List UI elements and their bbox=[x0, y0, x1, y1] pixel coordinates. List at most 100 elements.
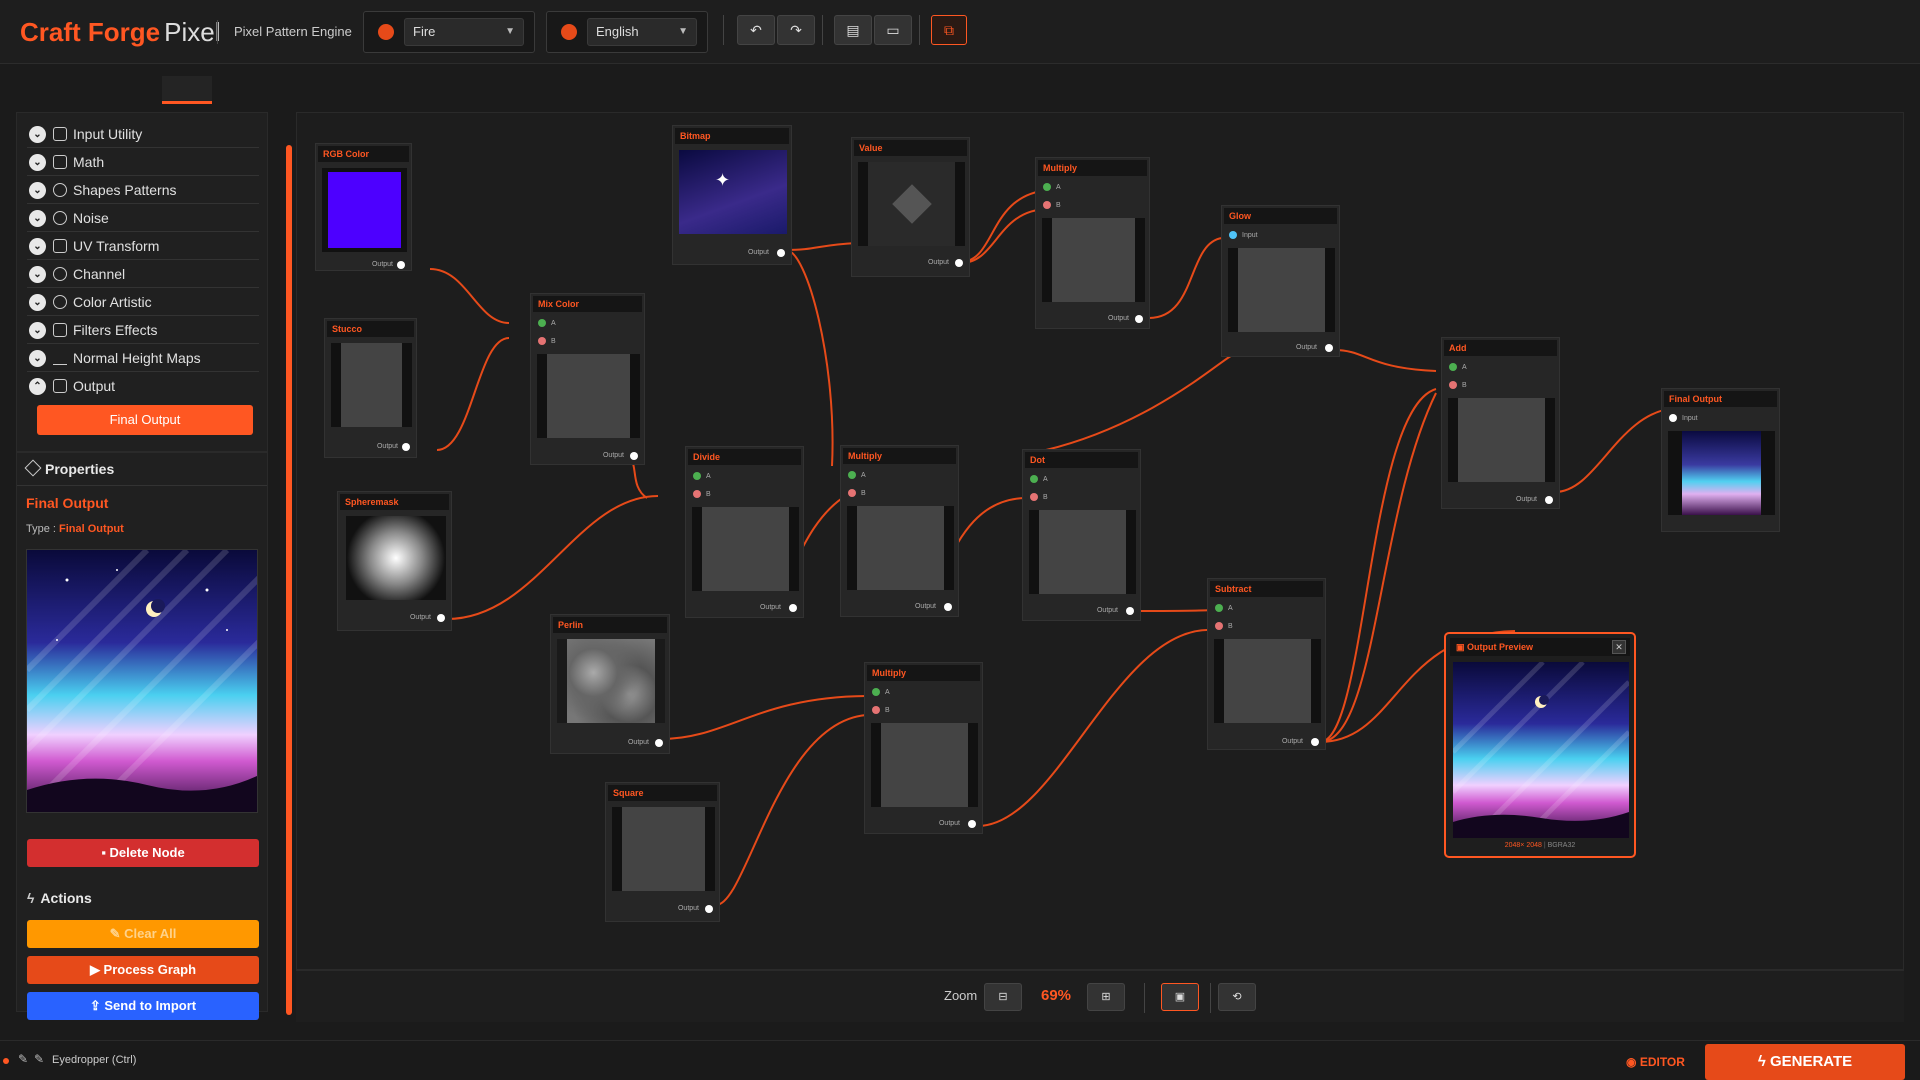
output-port[interactable] bbox=[1126, 607, 1134, 615]
node-title: Multiply bbox=[843, 448, 956, 464]
output-port[interactable] bbox=[777, 249, 785, 257]
palette-icon: ◉ bbox=[1626, 1055, 1640, 1069]
output-port[interactable] bbox=[1311, 738, 1319, 746]
node-canvas[interactable]: RGB Color Output Stucco Output Spheremas… bbox=[296, 112, 1904, 970]
input-port-a[interactable] bbox=[1030, 475, 1038, 483]
node-preview bbox=[322, 168, 407, 252]
input-port-b[interactable] bbox=[538, 337, 546, 345]
output-port[interactable] bbox=[655, 739, 663, 747]
clear-all-button[interactable]: ✎ Clear All bbox=[27, 920, 259, 948]
node-subtract[interactable]: Subtract A B Output bbox=[1207, 578, 1326, 750]
input-port-a[interactable] bbox=[538, 319, 546, 327]
input-port-b[interactable] bbox=[1043, 201, 1051, 209]
input-port-b[interactable] bbox=[1449, 381, 1457, 389]
app-subtitle: Pixel Pattern Engine bbox=[217, 20, 352, 44]
input-port-b[interactable] bbox=[1030, 493, 1038, 501]
close-icon[interactable]: ✕ bbox=[1612, 640, 1626, 654]
redo-button[interactable]: ↷ bbox=[777, 15, 815, 45]
theme-select[interactable]: Fire ▼ bbox=[404, 18, 524, 46]
category-input-utility[interactable]: ⌄ Input Utility bbox=[27, 120, 259, 148]
input-port-a[interactable] bbox=[1215, 604, 1223, 612]
sphere-preview bbox=[346, 516, 446, 600]
node-bitmap[interactable]: Bitmap ✦ Output bbox=[672, 125, 792, 265]
sidebar-scrollbar[interactable] bbox=[286, 145, 292, 1015]
input-port-b[interactable] bbox=[872, 706, 880, 714]
chevron-down-icon: ⌄ bbox=[29, 266, 46, 283]
node-title: Multiply bbox=[867, 665, 980, 681]
mountain-icon bbox=[53, 351, 67, 365]
undo-button[interactable]: ↶ bbox=[737, 15, 775, 45]
category-output[interactable]: ⌃ Output bbox=[27, 372, 259, 400]
node-preview bbox=[847, 506, 954, 590]
output-port[interactable] bbox=[955, 259, 963, 267]
zoom-label: Zoom bbox=[944, 988, 978, 1003]
output-port[interactable] bbox=[1545, 496, 1553, 504]
output-port[interactable] bbox=[789, 604, 797, 612]
output-port[interactable] bbox=[630, 452, 638, 460]
fit-view-button[interactable]: ▣ bbox=[1161, 983, 1199, 1011]
input-port-a[interactable] bbox=[1449, 363, 1457, 371]
send-to-import-button[interactable]: ⇪ Send to Import bbox=[27, 992, 259, 1020]
input-port-a[interactable] bbox=[693, 472, 701, 480]
node-divide[interactable]: Divide A B Output bbox=[685, 446, 804, 618]
final-output-item-button[interactable]: Final Output bbox=[37, 405, 253, 435]
process-graph-button[interactable]: ▶ Process Graph bbox=[27, 956, 259, 984]
delete-node-button[interactable]: ▪ Delete Node bbox=[27, 839, 259, 867]
save-button[interactable]: ▤ bbox=[834, 15, 872, 45]
node-perlin[interactable]: Perlin Output bbox=[550, 614, 670, 754]
node-multiply[interactable]: Multiply A B Output bbox=[1035, 157, 1150, 329]
node-preview bbox=[1042, 218, 1145, 302]
category-noise[interactable]: ⌄ Noise bbox=[27, 204, 259, 232]
node-dot[interactable]: Dot A B Output bbox=[1022, 449, 1141, 621]
generate-button[interactable]: ϟ GENERATE bbox=[1705, 1044, 1905, 1080]
node-glow[interactable]: Glow Input Output bbox=[1221, 205, 1340, 357]
category-color-artistic[interactable]: ⌄ Color Artistic bbox=[27, 288, 259, 316]
node-add[interactable]: Add A B Output bbox=[1441, 337, 1560, 509]
language-select[interactable]: English ▼ bbox=[587, 18, 697, 46]
output-preview-panel[interactable]: ▣ Output Preview ✕ 2048× 2048 | BGRA32 bbox=[1444, 632, 1636, 858]
output-port[interactable] bbox=[1325, 344, 1333, 352]
node-value[interactable]: Value Output bbox=[851, 137, 970, 277]
output-port[interactable] bbox=[1135, 315, 1143, 323]
node-final-output[interactable]: Final Output Input bbox=[1661, 388, 1780, 532]
editor-mode-button[interactable]: ◉ EDITOR bbox=[1626, 1055, 1685, 1069]
node-rgb-color[interactable]: RGB Color Output bbox=[315, 143, 412, 271]
category-shapes-patterns[interactable]: ⌄ Shapes Patterns bbox=[27, 176, 259, 204]
input-port[interactable] bbox=[1229, 231, 1237, 239]
output-port[interactable] bbox=[397, 261, 405, 269]
node-multiply[interactable]: Multiply A B Output bbox=[840, 445, 959, 617]
zoom-out-button[interactable]: ⊟ bbox=[984, 983, 1022, 1011]
output-port[interactable] bbox=[944, 603, 952, 611]
output-port[interactable] bbox=[437, 614, 445, 622]
input-port-a[interactable] bbox=[872, 688, 880, 696]
window-button[interactable]: ⧉ bbox=[931, 15, 967, 45]
sidebar-tab-active[interactable] bbox=[162, 76, 212, 104]
node-multiply[interactable]: Multiply A B Output bbox=[864, 662, 983, 834]
input-port-a[interactable] bbox=[1043, 183, 1051, 191]
node-spheremask[interactable]: Spheremask Output bbox=[337, 491, 452, 631]
output-port[interactable] bbox=[402, 443, 410, 451]
node-stucco[interactable]: Stucco Output bbox=[324, 318, 417, 458]
reset-view-button[interactable]: ⟲ bbox=[1218, 983, 1256, 1011]
category-channel[interactable]: ⌄ Channel bbox=[27, 260, 259, 288]
zoom-in-button[interactable]: ⊞ bbox=[1087, 983, 1125, 1011]
node-preview bbox=[612, 807, 715, 891]
input-port-b[interactable] bbox=[693, 490, 701, 498]
node-mix-color[interactable]: Mix Color A B Output bbox=[530, 293, 645, 465]
category-uv-transform[interactable]: ⌄ UV Transform bbox=[27, 232, 259, 260]
input-port[interactable] bbox=[1669, 414, 1677, 422]
category-math[interactable]: ⌄ Math bbox=[27, 148, 259, 176]
input-port-b[interactable] bbox=[848, 489, 856, 497]
output-port[interactable] bbox=[968, 820, 976, 828]
category-filters-effects[interactable]: ⌄ Filters Effects bbox=[27, 316, 259, 344]
output-port[interactable] bbox=[705, 905, 713, 913]
input-port-a[interactable] bbox=[848, 471, 856, 479]
input-port-b[interactable] bbox=[1215, 622, 1223, 630]
node-square[interactable]: Square Output bbox=[605, 782, 720, 922]
open-button[interactable]: ▭ bbox=[874, 15, 912, 45]
node-title: Subtract bbox=[1210, 581, 1323, 597]
category-normal-height-maps[interactable]: ⌄ Normal Height Maps bbox=[27, 344, 259, 372]
node-preview bbox=[1214, 639, 1321, 723]
node-preview bbox=[1029, 510, 1136, 594]
sidebar: ⌄ Input Utility ⌄ Math ⌄ Shapes Patterns ⌄ N… bbox=[16, 112, 268, 1020]
